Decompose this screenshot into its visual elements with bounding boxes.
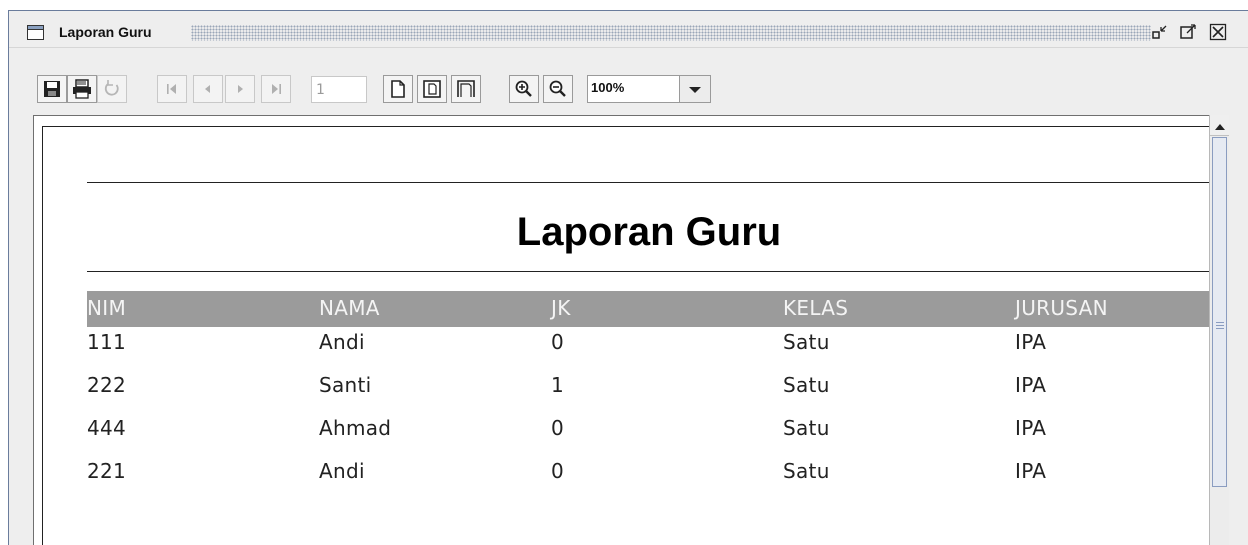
zoom-value: 100%: [591, 80, 625, 95]
column-header-nama: NAMA: [319, 296, 380, 320]
column-header-jk: JK: [551, 296, 571, 320]
column-header-nim: NIM: [87, 296, 127, 320]
window-title: Laporan Guru: [59, 24, 152, 40]
cell-nim: 444: [87, 416, 127, 440]
save-button[interactable]: [37, 75, 67, 103]
cell-nama: Santi: [319, 373, 372, 397]
cell-jk: 0: [551, 459, 565, 483]
zoom-select[interactable]: 100%: [587, 75, 711, 103]
reload-button[interactable]: [97, 75, 127, 103]
fit-page-icon: [422, 79, 442, 99]
previous-page-button[interactable]: [193, 75, 223, 103]
report-title: Laporan Guru: [516, 210, 782, 254]
maximize-icon[interactable]: [1179, 23, 1197, 41]
column-header-kelas: KELAS: [783, 296, 849, 320]
close-icon[interactable]: [1209, 23, 1227, 41]
cell-nim: 111: [87, 330, 127, 354]
cell-kelas: Satu: [783, 459, 830, 483]
title-bar-texture: [191, 25, 1151, 41]
cell-nim: 222: [87, 373, 127, 397]
actual-size-button[interactable]: [383, 75, 413, 103]
zoom-dropdown-button[interactable]: [679, 76, 710, 102]
fit-width-icon: [456, 79, 476, 99]
reload-icon: [102, 79, 122, 99]
cell-jurusan: IPA: [1015, 416, 1047, 440]
zoom-out-button[interactable]: [543, 75, 573, 103]
zoom-in-icon: [514, 79, 534, 99]
report-viewport[interactable]: Laporan Guru NIM NAMA JK KELAS JURUSAN 1…: [33, 115, 1211, 545]
page-number-input[interactable]: [311, 76, 367, 103]
print-button[interactable]: [67, 75, 97, 103]
actual-size-icon: [389, 79, 407, 99]
last-page-button[interactable]: [261, 75, 291, 103]
fit-width-button[interactable]: [451, 75, 481, 103]
cell-jk: 0: [551, 330, 565, 354]
minimize-icon[interactable]: [1151, 23, 1169, 41]
table-header-row: NIM NAMA JK KELAS JURUSAN: [87, 291, 1211, 327]
scroll-thumb[interactable]: [1212, 137, 1227, 487]
cell-nama: Andi: [319, 459, 365, 483]
cell-jurusan: IPA: [1015, 459, 1047, 483]
cell-kelas: Satu: [783, 373, 830, 397]
scroll-up-button[interactable]: [1210, 115, 1229, 136]
vertical-scrollbar[interactable]: [1209, 115, 1229, 545]
first-page-icon: [164, 81, 180, 97]
cell-kelas: Satu: [783, 330, 830, 354]
title-bottom-rule: [87, 271, 1211, 272]
cell-jurusan: IPA: [1015, 330, 1047, 354]
next-page-button[interactable]: [225, 75, 255, 103]
title-bar[interactable]: Laporan Guru: [9, 11, 1248, 48]
title-top-rule: [87, 182, 1211, 183]
report-viewer-window: Laporan Guru 1 100% Laporan Guru NIM NAM…: [8, 10, 1248, 545]
dropdown-arrow-icon: [688, 80, 702, 99]
zoom-in-button[interactable]: [509, 75, 539, 103]
next-page-icon: [232, 81, 248, 97]
print-icon: [71, 79, 93, 99]
scroll-up-arrow-icon: [1214, 116, 1226, 135]
report-page: Laporan Guru NIM NAMA JK KELAS JURUSAN 1…: [42, 126, 1211, 545]
fit-page-button[interactable]: [417, 75, 447, 103]
first-page-button[interactable]: [157, 75, 187, 103]
previous-page-icon: [200, 81, 216, 97]
cell-jk: 1: [551, 373, 565, 397]
cell-jk: 0: [551, 416, 565, 440]
cell-jurusan: IPA: [1015, 373, 1047, 397]
scroll-grip-icon: [1216, 322, 1224, 331]
zoom-out-icon: [548, 79, 568, 99]
cell-nama: Andi: [319, 330, 365, 354]
save-icon: [42, 79, 62, 99]
column-header-jurusan: JURUSAN: [1015, 296, 1108, 320]
last-page-icon: [268, 81, 284, 97]
window-icon: [27, 25, 44, 40]
cell-nim: 221: [87, 459, 127, 483]
cell-kelas: Satu: [783, 416, 830, 440]
cell-nama: Ahmad: [319, 416, 392, 440]
viewer-toolbar: 100%: [9, 75, 1248, 105]
